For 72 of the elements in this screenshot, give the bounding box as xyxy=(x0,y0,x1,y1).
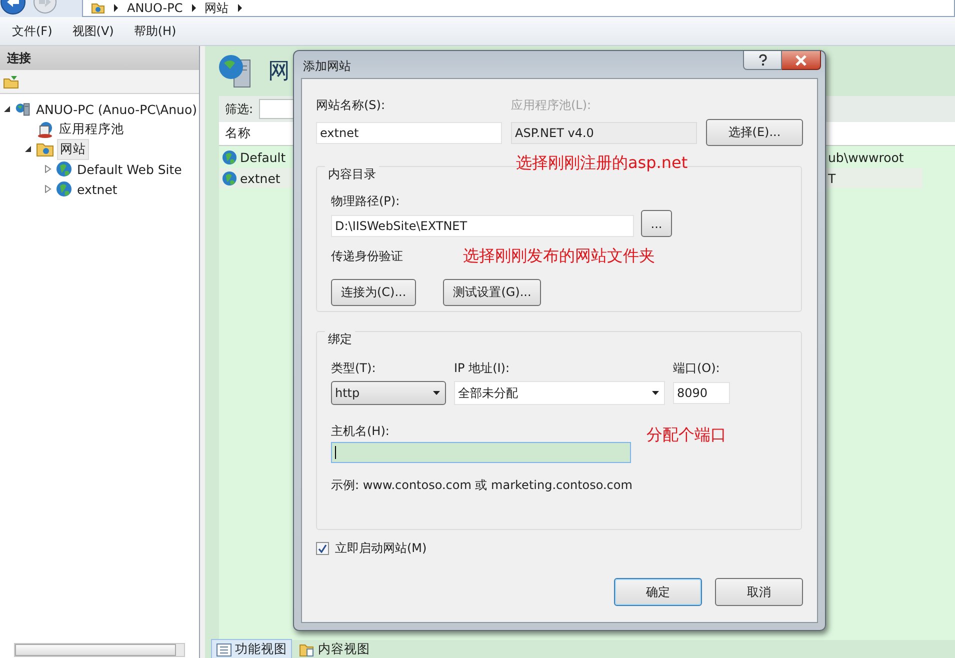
help-icon xyxy=(758,54,768,66)
table-cell: ub\wwwroot xyxy=(828,150,904,164)
menu-item[interactable]: 视图(V) xyxy=(72,22,114,40)
back-button-icon xyxy=(0,0,26,17)
field-label: 物理路径(P): xyxy=(331,193,401,210)
button[interactable]: 取消 xyxy=(715,578,803,606)
tree-item[interactable]: Default Web Site xyxy=(75,160,184,178)
page-title: 网 xyxy=(268,58,290,86)
select-button[interactable]: 选择(E)... xyxy=(706,119,803,146)
field-label: 传递身份验证 xyxy=(331,248,403,265)
view-tab[interactable]: 功能视图 xyxy=(211,639,292,658)
connect-icon xyxy=(3,74,19,88)
check-icon xyxy=(318,544,327,553)
group-title: 绑定 xyxy=(325,331,355,348)
input-field[interactable]: D:\IISWebSite\EXTNET xyxy=(331,214,634,236)
tree-item[interactable]: 应用程序池 xyxy=(57,120,126,138)
field-label: 端口(O): xyxy=(673,360,721,377)
caret-icon xyxy=(433,391,440,395)
close-icon xyxy=(795,54,807,66)
filter-label: 筛选: xyxy=(225,100,254,118)
chevron-right-icon xyxy=(190,4,197,12)
checkbox[interactable] xyxy=(316,542,329,555)
folder-page-icon xyxy=(299,642,315,656)
globe-icon xyxy=(222,150,237,164)
annotation-text: 选择刚刚注册的asp.net xyxy=(516,153,688,174)
input-field[interactable]: extnet xyxy=(316,122,502,144)
breadcrumb-item[interactable]: 网站 xyxy=(204,1,229,15)
globe-icon xyxy=(222,170,237,186)
tree-item[interactable]: 网站 xyxy=(57,138,89,160)
app-pool-icon xyxy=(36,120,54,138)
button[interactable]: 连接为(C)... xyxy=(331,279,416,306)
dropdown[interactable]: 全部未分配 xyxy=(454,381,665,405)
address-bar[interactable]: ANUO-PC 网站 xyxy=(82,0,955,17)
browse-button[interactable]: ... xyxy=(641,210,672,237)
caret-icon xyxy=(652,391,659,395)
table-cell: T xyxy=(828,170,836,186)
chevron-right-icon xyxy=(113,4,119,12)
tree-item[interactable]: ANUO-PC (Anuo-PC\Anuo) xyxy=(34,100,199,118)
breadcrumb-item[interactable]: ANUO-PC xyxy=(127,1,183,15)
menu-item[interactable]: 帮助(H) xyxy=(134,22,176,40)
folder-icon xyxy=(36,141,54,157)
button[interactable]: 测试设置(G)... xyxy=(443,279,542,306)
dropdown[interactable]: http xyxy=(331,381,446,405)
checkbox-label[interactable]: 立即启动网站(M) xyxy=(335,540,427,557)
table-cell: Default xyxy=(240,150,286,164)
view-tab[interactable]: 内容视图 xyxy=(295,640,374,658)
server-icon xyxy=(14,101,31,117)
table-cell: extnet xyxy=(240,170,280,186)
input-field[interactable]: 8090 xyxy=(673,382,730,404)
column-header[interactable]: 名称 xyxy=(225,125,251,142)
annotation-text: 分配个端口 xyxy=(646,425,726,446)
field-label: 类型(T): xyxy=(331,360,377,377)
chevron-right-icon xyxy=(236,4,243,12)
field-label: 网站名称(S): xyxy=(316,97,386,114)
folder-icon xyxy=(91,2,105,14)
hint-text: 示例: www.contoso.com 或 marketing.contoso.com xyxy=(331,477,634,494)
field-label: 主机名(H): xyxy=(331,423,390,440)
help-button[interactable] xyxy=(743,51,782,70)
annotation-text: 选择刚刚发布的网站文件夹 xyxy=(463,246,655,267)
tree-item[interactable]: extnet xyxy=(75,180,120,198)
close-button[interactable] xyxy=(782,51,821,70)
input-field[interactable] xyxy=(331,442,631,463)
horizontal-scrollbar[interactable] xyxy=(14,643,185,657)
field-label: 应用程序池(L): xyxy=(511,97,592,114)
list-view-icon xyxy=(216,642,232,656)
dialog-title: 添加网站 xyxy=(303,58,351,75)
globe-icon xyxy=(56,181,72,197)
button[interactable]: 确定 xyxy=(614,578,702,606)
menu-item[interactable]: 文件(F) xyxy=(12,22,52,40)
field-label: IP 地址(I): xyxy=(454,360,511,377)
globe-icon xyxy=(56,161,72,177)
pane-title: 连接 xyxy=(0,46,199,70)
